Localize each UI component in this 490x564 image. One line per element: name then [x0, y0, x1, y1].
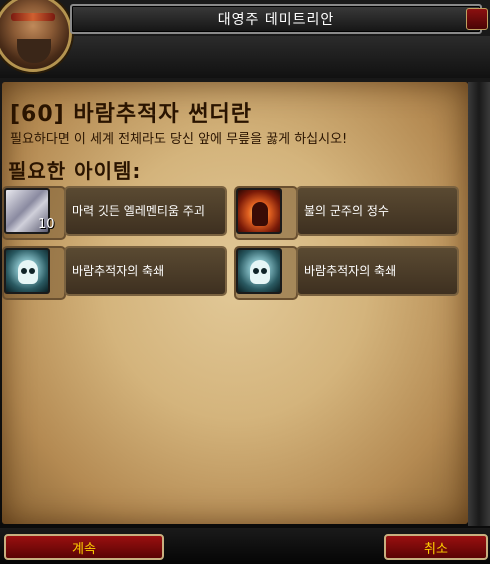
cancel-button[interactable]: 취소	[384, 534, 488, 560]
parchment-panel	[2, 82, 468, 524]
item-count: 10	[38, 217, 55, 232]
item-label: 바람추적자의 축쇄	[72, 263, 165, 278]
fire-figure	[252, 202, 268, 226]
headband-icon	[11, 13, 55, 21]
item-label: 바람추적자의 축쇄	[304, 263, 397, 278]
fire-lord-essence-icon[interactable]	[236, 188, 282, 234]
beard-shape	[17, 39, 51, 63]
item-label-box: 마력 깃든 엘레멘티움 주괴	[64, 186, 227, 236]
item-label-box: 바람추적자의 축쇄	[296, 246, 459, 296]
close-icon[interactable]	[466, 8, 488, 30]
item-label-box: 바람추적자의 축쇄	[64, 246, 227, 296]
skull-shape	[18, 260, 38, 284]
scrollbar[interactable]	[468, 82, 490, 526]
required-item-3[interactable]: 바람추적자의 축쇄	[2, 246, 230, 300]
skull-binding-icon[interactable]	[4, 248, 50, 294]
item-label: 불의 군주의 정수	[304, 203, 389, 218]
required-items-heading: 필요한 아이템:	[8, 159, 142, 183]
item-label: 마력 깃든 엘레멘티움 주괴	[72, 203, 205, 218]
skull-binding-icon[interactable]	[236, 248, 282, 294]
quest-title: [60] 바람추적자 썬더란	[10, 102, 252, 127]
window-title: 대영주 데미트리안	[70, 4, 482, 34]
continue-button[interactable]: 계속	[4, 534, 164, 560]
skull-shape	[250, 260, 270, 284]
item-label-box: 불의 군주의 정수	[296, 186, 459, 236]
header-strip	[0, 36, 490, 78]
required-item-1[interactable]: 마력 깃든 엘레멘티움 주괴 10	[2, 186, 230, 240]
quest-description: 필요하다면 이 세계 전체라도 당신 앞에 무릎을 꿇게 하십시오!	[10, 132, 348, 147]
required-item-4[interactable]: 바람추적자의 축쇄	[234, 246, 462, 300]
required-item-2[interactable]: 불의 군주의 정수	[234, 186, 462, 240]
